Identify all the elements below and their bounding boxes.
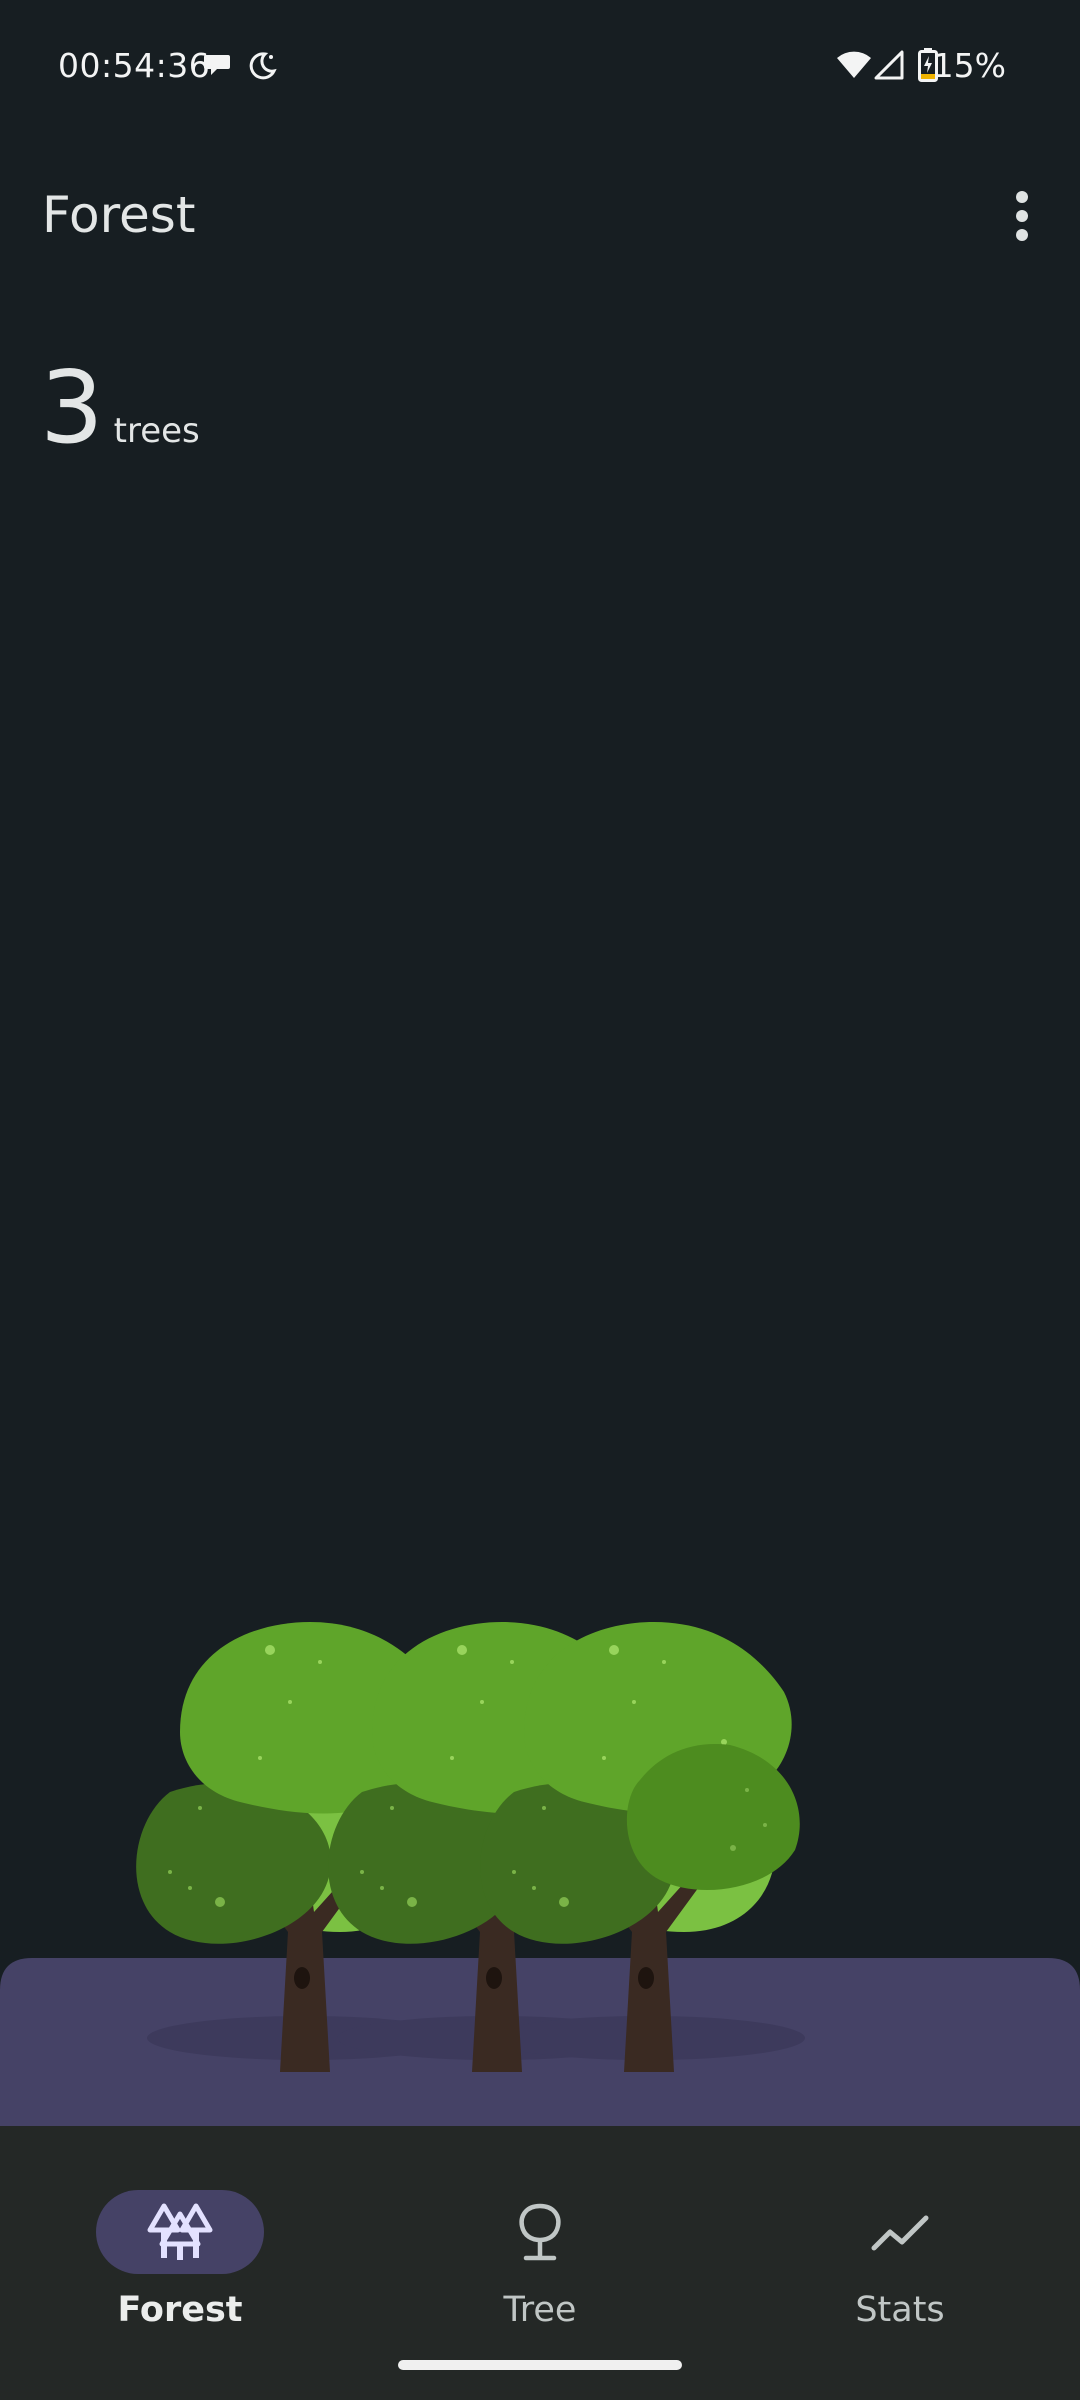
bottom-navigation: Forest Tree Stats bbox=[0, 2126, 1080, 2400]
do-not-disturb-moon-icon bbox=[248, 50, 278, 85]
nav-label-tree: Tree bbox=[503, 2290, 577, 2330]
battery-percent: 15% bbox=[932, 46, 1006, 85]
nav-label-forest: Forest bbox=[117, 2290, 243, 2330]
status-bar: 00:54:36 15% bbox=[0, 0, 1080, 130]
stats-trend-icon bbox=[871, 2215, 929, 2251]
more-options-button[interactable] bbox=[996, 184, 1048, 248]
nav-label-stats: Stats bbox=[855, 2290, 945, 2330]
home-indicator[interactable] bbox=[398, 2360, 682, 2370]
chat-bubble-icon bbox=[202, 50, 232, 85]
nav-item-stats[interactable]: Stats bbox=[780, 2158, 1020, 2338]
more-vert-icon bbox=[1016, 191, 1028, 241]
tree-count-unit: trees bbox=[113, 411, 200, 451]
screen: 00:54:36 15% Forest 3 trees Forest Tree … bbox=[0, 0, 1080, 2400]
nav-item-tree[interactable]: Tree bbox=[420, 2158, 660, 2338]
tree-icon bbox=[519, 2203, 561, 2261]
wifi-icon bbox=[836, 50, 872, 85]
status-time: 00:54:36 bbox=[58, 46, 211, 85]
forest-icon bbox=[147, 2203, 213, 2260]
page-title: Forest bbox=[42, 186, 196, 244]
forest-illustration bbox=[0, 1622, 1080, 2130]
nav-item-forest[interactable]: Forest bbox=[60, 2158, 300, 2338]
tree-count-summary: 3 trees bbox=[40, 358, 200, 458]
tree-count-number: 3 bbox=[40, 349, 104, 466]
cellular-signal-icon bbox=[874, 50, 904, 85]
